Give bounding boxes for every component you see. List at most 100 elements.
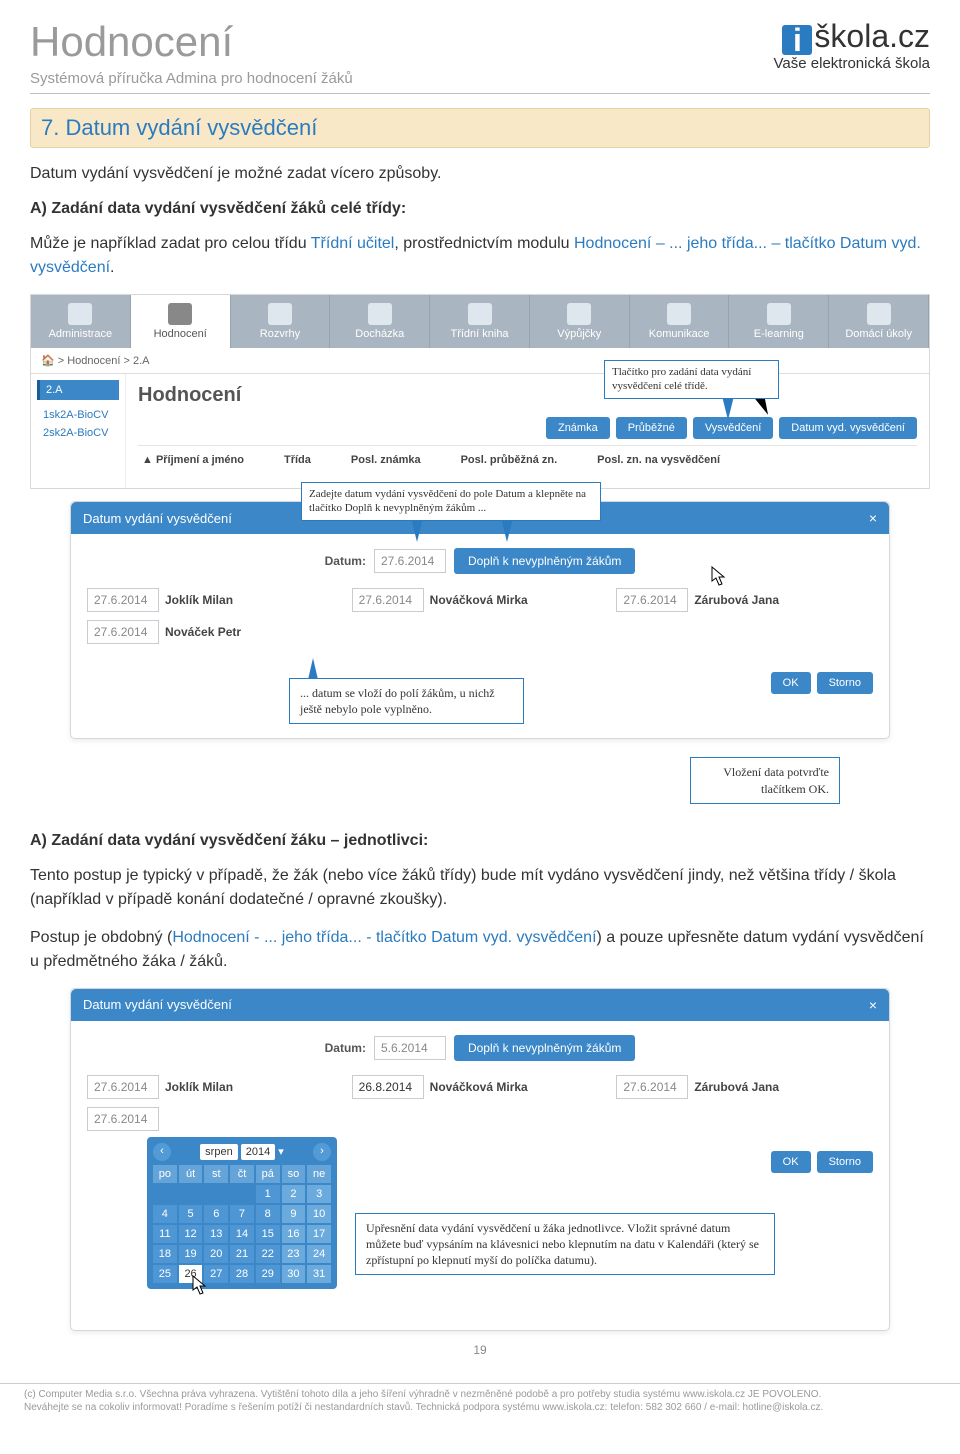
btn-fill-empty[interactable]: Doplň k nevyplněným žákům	[454, 1035, 635, 1061]
cal-next-icon[interactable]: ›	[313, 1143, 331, 1161]
btn-prubezne[interactable]: Průběžné	[616, 417, 687, 439]
cal-day[interactable]: 22	[256, 1245, 280, 1263]
cal-day	[153, 1185, 177, 1203]
cal-day[interactable]: 13	[204, 1225, 228, 1243]
table-row: 27.6.2014 Joklík Milan	[87, 1075, 344, 1099]
sidebar-item-group2[interactable]: 2sk2A-BioCV	[37, 424, 119, 442]
cal-year[interactable]: 2014	[241, 1144, 275, 1160]
input-student-date[interactable]: 26.8.2014	[352, 1075, 424, 1099]
table-row: 27.6.2014	[87, 1107, 344, 1131]
cal-day[interactable]: 18	[153, 1245, 177, 1263]
cal-day[interactable]: 10	[307, 1205, 331, 1223]
callout-fill-result: ... datum se vloží do polí žákům, u nich…	[289, 678, 524, 724]
cal-day[interactable]: 5	[179, 1205, 203, 1223]
cal-day[interactable]: 31	[307, 1265, 331, 1283]
cal-day[interactable]: 8	[256, 1205, 280, 1223]
comm-icon	[667, 303, 691, 325]
tab-dochazka[interactable]: Docházka	[330, 295, 430, 348]
cal-day[interactable]: 30	[282, 1265, 306, 1283]
callout-confirm-ok: Vložení data potvrďte tlačítkem OK.	[690, 757, 840, 803]
cal-day[interactable]: 16	[282, 1225, 306, 1243]
input-datum[interactable]: 27.6.2014	[374, 549, 446, 573]
calendar[interactable]: ‹ srpen 2014 ▾ › poútstčtpásone123456789…	[147, 1137, 337, 1289]
brand-logo: iškola.cz Vaše elektronická škola	[774, 18, 930, 72]
btn-storno[interactable]: Storno	[817, 1151, 873, 1173]
arrow-icon	[501, 518, 513, 542]
input-student-date[interactable]: 27.6.2014	[616, 588, 688, 612]
grading-icon	[168, 303, 192, 325]
modal-date-issue: Zadejte datum vydání vysvědčení do pole …	[70, 501, 890, 739]
cal-day[interactable]: 7	[230, 1205, 254, 1223]
breadcrumb[interactable]: 🏠 > Hodnocení > 2.A	[31, 348, 929, 374]
input-student-date[interactable]: 27.6.2014	[87, 588, 159, 612]
btn-ok[interactable]: OK	[771, 672, 811, 694]
tab-rozvrhy[interactable]: Rozvrhy	[231, 295, 331, 348]
student-name: Nováčková Mirka	[430, 593, 528, 607]
close-icon[interactable]: ×	[869, 997, 877, 1013]
cal-day[interactable]: 12	[179, 1225, 203, 1243]
label-datum: Datum:	[325, 1041, 366, 1055]
tab-komunikace[interactable]: Komunikace	[630, 295, 730, 348]
cal-day[interactable]: 19	[179, 1245, 203, 1263]
cal-day[interactable]: 6	[204, 1205, 228, 1223]
callout-button-hint: Tlačítko pro zadání data vydání vysvědče…	[604, 360, 779, 399]
btn-ok[interactable]: OK	[771, 1151, 811, 1173]
para-a2: Tento postup je typický v případě, že žá…	[30, 864, 930, 912]
sidebar-item-group1[interactable]: 1sk2A-BioCV	[37, 406, 119, 424]
callout-refine-date: Upřesnění data vydání vysvědčení u žáka …	[355, 1213, 775, 1276]
cal-day[interactable]: 15	[256, 1225, 280, 1243]
arrow-icon	[722, 396, 734, 420]
btn-znamka[interactable]: Známka	[546, 417, 610, 439]
close-icon[interactable]: ×	[869, 510, 877, 526]
cal-day[interactable]: 11	[153, 1225, 177, 1243]
cal-day[interactable]: 9	[282, 1205, 306, 1223]
input-datum[interactable]: 5.6.2014	[374, 1036, 446, 1060]
cal-day-header: čt	[230, 1165, 254, 1183]
input-student-date[interactable]: 27.6.2014	[352, 588, 424, 612]
student-name: Joklík Milan	[165, 1080, 233, 1094]
cal-day[interactable]: 1	[256, 1185, 280, 1203]
cal-day[interactable]: 14	[230, 1225, 254, 1243]
cursor-icon	[710, 566, 728, 588]
cal-day[interactable]: 28	[230, 1265, 254, 1283]
table-row: 27.6.2014Zárubová Jana	[616, 1075, 873, 1099]
student-name: Zárubová Jana	[694, 593, 779, 607]
tab-administrace[interactable]: Administrace	[31, 295, 131, 348]
tab-domaci-ukoly[interactable]: Domácí úkoly	[829, 295, 929, 348]
cal-day[interactable]: 4	[153, 1205, 177, 1223]
doc-subtitle: Systémová příručka Admina pro hodnocení …	[30, 70, 353, 87]
tab-elearning[interactable]: E-learning	[729, 295, 829, 348]
cal-day[interactable]: 2	[282, 1185, 306, 1203]
input-student-date[interactable]: 27.6.2014	[87, 620, 159, 644]
cal-prev-icon[interactable]: ‹	[153, 1143, 171, 1161]
sidebar-item-class[interactable]: 2.A	[37, 380, 119, 400]
cal-day[interactable]: 23	[282, 1245, 306, 1263]
input-student-date[interactable]: 27.6.2014	[616, 1075, 688, 1099]
cal-day[interactable]: 24	[307, 1245, 331, 1263]
tab-tridni-kniha[interactable]: Třídní kniha	[430, 295, 530, 348]
elearning-icon	[767, 303, 791, 325]
cal-month[interactable]: srpen	[200, 1144, 238, 1160]
cal-day-header: pá	[256, 1165, 280, 1183]
btn-fill-empty[interactable]: Doplň k nevyplněným žákům	[454, 548, 635, 574]
brand-tagline: Vaše elektronická škola	[774, 55, 930, 72]
tab-vypujcky[interactable]: Výpůjčky	[530, 295, 630, 348]
cal-day[interactable]: 21	[230, 1245, 254, 1263]
timetable-icon	[268, 303, 292, 325]
col-name[interactable]: ▲ Příjmení a jméno	[142, 454, 244, 466]
col-last-grade: Posl. známka	[351, 454, 421, 466]
tab-hodnoceni[interactable]: Hodnocení	[131, 295, 231, 348]
input-student-date[interactable]: 27.6.2014	[87, 1075, 159, 1099]
cal-day[interactable]: 3	[307, 1185, 331, 1203]
cal-day[interactable]: 25	[153, 1265, 177, 1283]
btn-storno[interactable]: Storno	[817, 672, 873, 694]
screenshot-app: Administrace Hodnocení Rozvrhy Docházka …	[30, 294, 930, 489]
btn-datum-vyd[interactable]: Datum vyd. vysvědčení	[779, 417, 917, 439]
btn-vysvedceni[interactable]: Vysvědčení	[693, 417, 773, 439]
cal-day[interactable]: 20	[204, 1245, 228, 1263]
input-student-date[interactable]: 27.6.2014	[87, 1107, 159, 1131]
cal-day[interactable]: 29	[256, 1265, 280, 1283]
cal-day-header: ne	[307, 1165, 331, 1183]
cal-day[interactable]: 17	[307, 1225, 331, 1243]
para-intro: Datum vydání vysvědčení je možné zadat v…	[30, 162, 930, 186]
